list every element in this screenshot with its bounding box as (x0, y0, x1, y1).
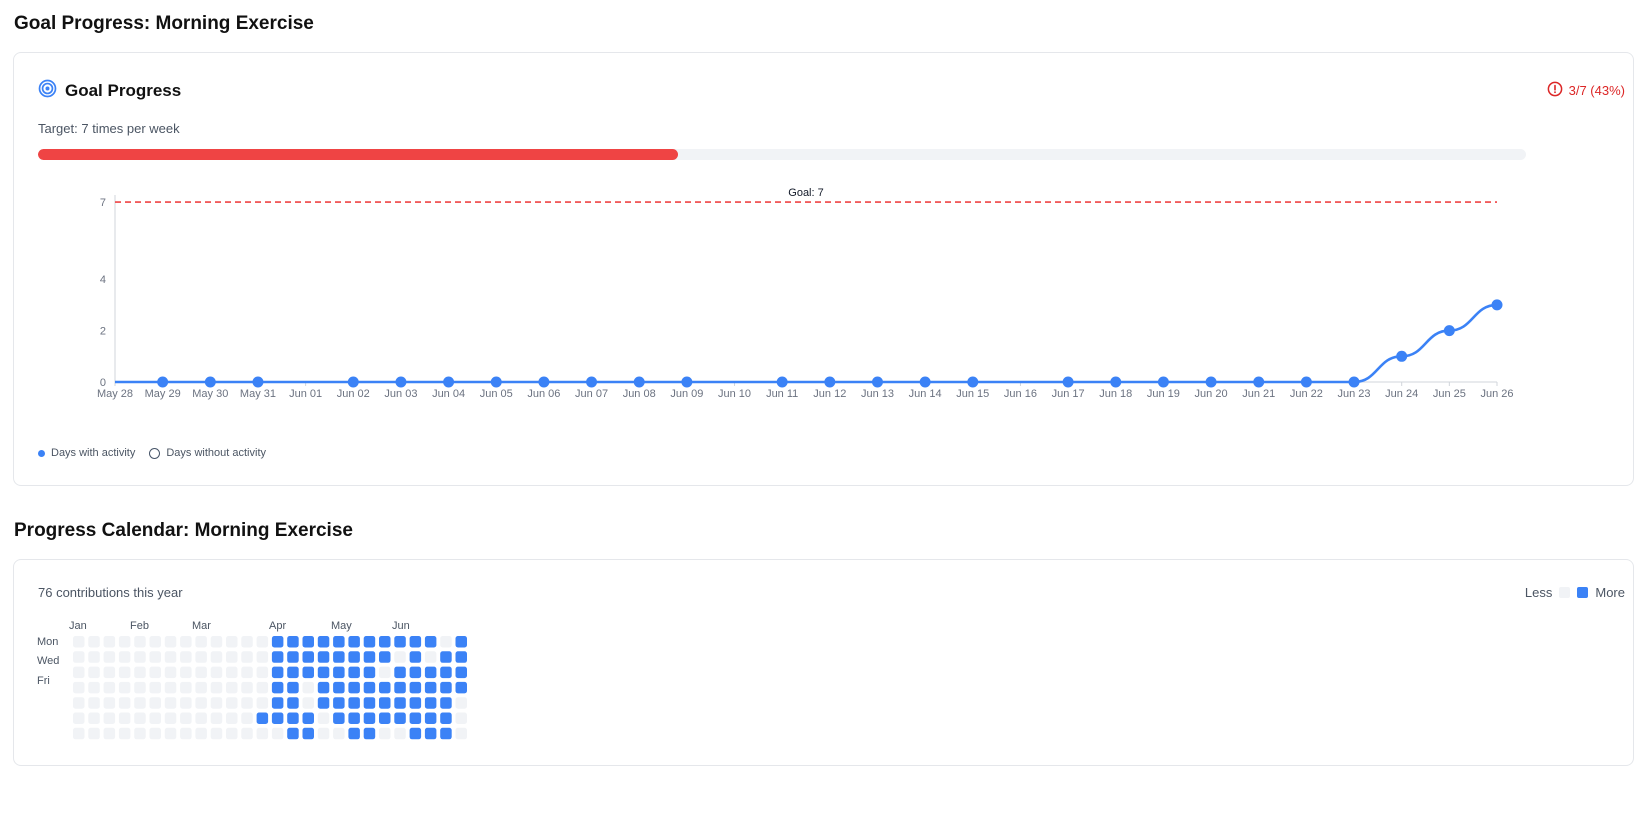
x-tick-label: Jun 17 (1052, 388, 1085, 400)
data-point (1205, 376, 1217, 388)
x-tick-label: Jun 11 (766, 388, 798, 400)
legend-less-label: Less (1524, 585, 1553, 600)
month-label-jan: Jan (69, 620, 87, 632)
data-point (1443, 325, 1455, 337)
data-point (347, 376, 359, 388)
y-tick-label: 4 (100, 274, 106, 286)
x-tick-label: Jun 06 (527, 388, 560, 400)
month-label-may: May (331, 620, 352, 632)
x-tick-label: May 28 (97, 388, 133, 400)
data-point (538, 376, 550, 388)
data-point (824, 376, 836, 388)
contributions-count: 76 contributions this year (38, 585, 183, 600)
x-tick-label: Jun 07 (575, 388, 608, 400)
y-tick-label: 2 (100, 326, 106, 338)
data-point (1253, 376, 1265, 388)
day-label-fri: Fri (37, 675, 50, 687)
x-tick-label: May 29 (145, 388, 181, 400)
chart-legend: Days with activity Days without activity (38, 447, 266, 459)
data-point (252, 376, 264, 388)
data-point (1157, 376, 1169, 388)
data-point (1348, 376, 1360, 388)
x-tick-label: May 31 (240, 388, 276, 400)
month-label-mar: Mar (192, 620, 211, 632)
data-point (1396, 350, 1408, 362)
data-point (490, 376, 502, 388)
y-tick-label: 7 (100, 197, 106, 209)
month-label-feb: Feb (130, 620, 149, 632)
legend-hollow-dot (149, 447, 161, 459)
x-tick-label: Jun 08 (623, 388, 656, 400)
goal-line-label: Goal: 7 (788, 187, 823, 199)
x-tick-label: Jun 21 (1242, 388, 1275, 400)
x-tick-label: Jun 26 (1480, 388, 1513, 400)
day-label-wed: Wed (37, 655, 60, 667)
data-point (919, 376, 931, 388)
month-label-jun: Jun (392, 620, 410, 632)
x-tick-label: Jun 02 (337, 388, 370, 400)
legend-filled-swatch (1577, 587, 1589, 598)
day-label-mon: Mon (37, 636, 59, 648)
data-point (1491, 299, 1503, 311)
x-tick-label: Jun 25 (1433, 388, 1466, 400)
progress-calendar-card (13, 559, 1634, 766)
legend-empty-swatch (1559, 587, 1571, 598)
x-tick-label: Jun 19 (1147, 388, 1180, 400)
x-tick-label: Jun 14 (909, 388, 942, 400)
data-point (1300, 376, 1312, 388)
data-point (1110, 376, 1122, 388)
legend-more-label: More (1595, 585, 1625, 600)
x-tick-label: Jun 03 (384, 388, 417, 400)
data-point (395, 376, 407, 388)
x-tick-label: Jun 20 (1195, 388, 1228, 400)
data-point (633, 376, 645, 388)
legend-active-label: Days with activity (51, 447, 136, 459)
data-point (586, 376, 598, 388)
x-tick-label: Jun 12 (813, 388, 846, 400)
legend-item-active: Days with activity (38, 447, 135, 459)
x-tick-label: Jun 23 (1338, 388, 1371, 400)
data-point (1062, 376, 1074, 388)
calendar-section-title: Progress Calendar: Morning Exercise (14, 520, 353, 541)
x-tick-label: May 30 (192, 388, 228, 400)
data-point (967, 376, 979, 388)
data-point (443, 376, 455, 388)
x-tick-label: Jun 10 (718, 388, 751, 400)
series-line (115, 303, 1498, 384)
x-tick-label: Jun 01 (289, 388, 322, 400)
x-tick-label: Jun 09 (670, 388, 703, 400)
x-tick-label: Jun 18 (1099, 388, 1132, 400)
data-point (204, 376, 216, 388)
x-tick-label: Jun 04 (432, 388, 465, 400)
x-tick-label: Jun 05 (480, 388, 513, 400)
x-tick-label: Jun 13 (861, 388, 894, 400)
x-tick-label: Jun 16 (1004, 388, 1037, 400)
x-tick-label: Jun 24 (1385, 388, 1418, 400)
legend-item-inactive: Days without activity (149, 447, 266, 459)
month-label-apr: Apr (269, 620, 287, 632)
data-point (871, 376, 883, 388)
data-point (157, 376, 169, 388)
data-point (681, 376, 693, 388)
legend-filled-dot (38, 449, 45, 457)
x-tick-label: Jun 22 (1290, 388, 1323, 400)
legend-inactive-label: Days without activity (166, 447, 267, 459)
goal-line-chart: 0247May 28 May 29 May 30 May 31 Jun 01 Jun 02… (97, 187, 1514, 400)
data-point (776, 376, 788, 388)
calendar-legend: Less More (1525, 585, 1625, 600)
x-tick-label: Jun 15 (956, 388, 989, 400)
